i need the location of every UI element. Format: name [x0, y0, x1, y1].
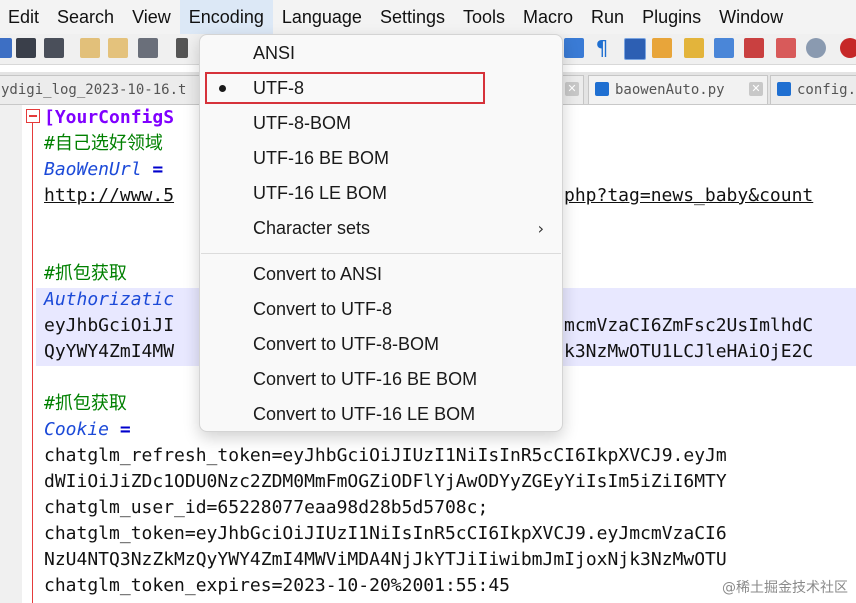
menu-item-convert-utf8-bom[interactable]: Convert to UTF-8-BOM: [200, 327, 562, 362]
code-line-13: chatglm_refresh_token=eyJhbGciOiJIUzI1Ni…: [44, 445, 727, 466]
tab-label: ydigi_log_2023-10-16.t: [1, 82, 187, 98]
menu-item-convert-utf16-be-bom[interactable]: Convert to UTF-16 BE BOM: [200, 362, 562, 397]
code-line-8: eyJhbGciOiJI: [44, 315, 175, 336]
save-state-icon: [777, 82, 791, 96]
indent-icon[interactable]: [564, 38, 584, 58]
code-line-7: Authorizatic: [44, 289, 175, 310]
menu-bar: Edit Search View Encoding Language Setti…: [0, 0, 856, 34]
save-all-icon[interactable]: [44, 38, 64, 58]
menu-encoding[interactable]: Encoding: [179, 0, 273, 34]
code-line-15: chatglm_user_id=65228077eaa98d28b5d5708c…: [44, 497, 489, 518]
menu-item-utf8-bom[interactable]: UTF-8-BOM: [200, 106, 562, 141]
print-icon[interactable]: [138, 38, 158, 58]
menu-item-utf16-le-bom[interactable]: UTF-16 LE BOM: [200, 176, 562, 211]
code-line-11: #抓包获取: [44, 393, 127, 414]
menu-view[interactable]: View: [123, 0, 180, 34]
code-line-1: [YourConfigS: [44, 107, 175, 128]
menu-tools[interactable]: Tools: [454, 0, 514, 34]
close-icon[interactable]: ✕: [749, 82, 763, 96]
code-line-2: #自己选好领域: [44, 133, 163, 154]
stop-macro-icon[interactable]: [776, 38, 796, 58]
new-file-icon[interactable]: [0, 38, 12, 58]
code-line-9-right: k3NzMwOTU1LCJleHAiOjE2C: [564, 341, 814, 362]
code-line-4: http://www.5: [44, 185, 175, 206]
menu-item-ansi[interactable]: ANSI: [200, 36, 562, 71]
menu-search[interactable]: Search: [48, 0, 123, 34]
tab-label: baowenAuto.py: [615, 82, 725, 98]
function-list-icon[interactable]: [714, 38, 734, 58]
line-number-gutter: [0, 105, 22, 603]
code-line-6: #抓包获取: [44, 263, 127, 284]
menu-window[interactable]: Window: [710, 0, 792, 34]
menu-item-character-sets[interactable]: Character sets ›: [200, 211, 562, 246]
code-line-14: dWIiOiJiZDc1ODU0Nzc2ZDM0MmFmOGZiODFlYjAw…: [44, 471, 727, 492]
fold-toggle-icon[interactable]: [26, 109, 40, 123]
tab-config[interactable]: config.: [770, 75, 856, 104]
highlight-annotation-box: [205, 72, 485, 104]
save-icon[interactable]: [16, 38, 36, 58]
code-line-18: chatglm_token_expires=2023-10-20%2001:55…: [44, 575, 510, 596]
tab-label: config.: [797, 82, 856, 98]
code-line-17: NzU4NTQ3NzZkMzQyYWY4ZmI4MWViMDA4NjJkYTJi…: [44, 549, 727, 570]
pilcrow-icon[interactable]: ¶: [592, 38, 612, 58]
code-line-8-right: mcmVzaCI6ZmFsc2UsImlhdC: [564, 315, 814, 336]
tab-baowenauto[interactable]: baowenAuto.py ✕: [588, 75, 768, 104]
menu-item-utf16-be-bom[interactable]: UTF-16 BE BOM: [200, 141, 562, 176]
close-all-icon[interactable]: [108, 38, 128, 58]
code-line-16: chatglm_token=eyJhbGciOiJIUzI1NiIsInR5cC…: [44, 523, 727, 544]
menu-separator: [201, 253, 561, 254]
menu-item-convert-utf16-le-bom[interactable]: Convert to UTF-16 LE BOM: [200, 397, 562, 432]
chevron-right-icon: ›: [537, 219, 544, 238]
menu-settings[interactable]: Settings: [371, 0, 454, 34]
code-line-9: QyYWY4ZmI4MW: [44, 341, 175, 362]
indent-guide-icon[interactable]: [624, 38, 646, 60]
menu-plugins[interactable]: Plugins: [633, 0, 710, 34]
watermark: @稀土掘金技术社区: [722, 580, 848, 596]
close-file-icon[interactable]: [80, 38, 100, 58]
menu-item-convert-utf8[interactable]: Convert to UTF-8: [200, 292, 562, 327]
code-line-4-right: php?tag=news_baby&count: [564, 185, 814, 206]
fold-line: [32, 123, 33, 603]
document-map-icon[interactable]: [684, 38, 704, 58]
code-line-12: Cookie =: [44, 419, 131, 440]
menu-language[interactable]: Language: [273, 0, 371, 34]
save-state-icon: [595, 82, 609, 96]
playback-icon[interactable]: [806, 38, 826, 58]
code-line-3: BaoWenUrl =: [44, 159, 164, 180]
menu-macro[interactable]: Macro: [514, 0, 582, 34]
close-icon[interactable]: ✕: [565, 82, 579, 96]
run-macro-icon[interactable]: [840, 38, 856, 58]
menu-item-convert-ansi[interactable]: Convert to ANSI: [200, 257, 562, 292]
folder-as-workspace-icon[interactable]: [652, 38, 672, 58]
record-macro-icon[interactable]: [744, 38, 764, 58]
cut-icon[interactable]: [176, 38, 188, 58]
menu-edit[interactable]: Edit: [0, 0, 48, 34]
menu-run[interactable]: Run: [582, 0, 633, 34]
